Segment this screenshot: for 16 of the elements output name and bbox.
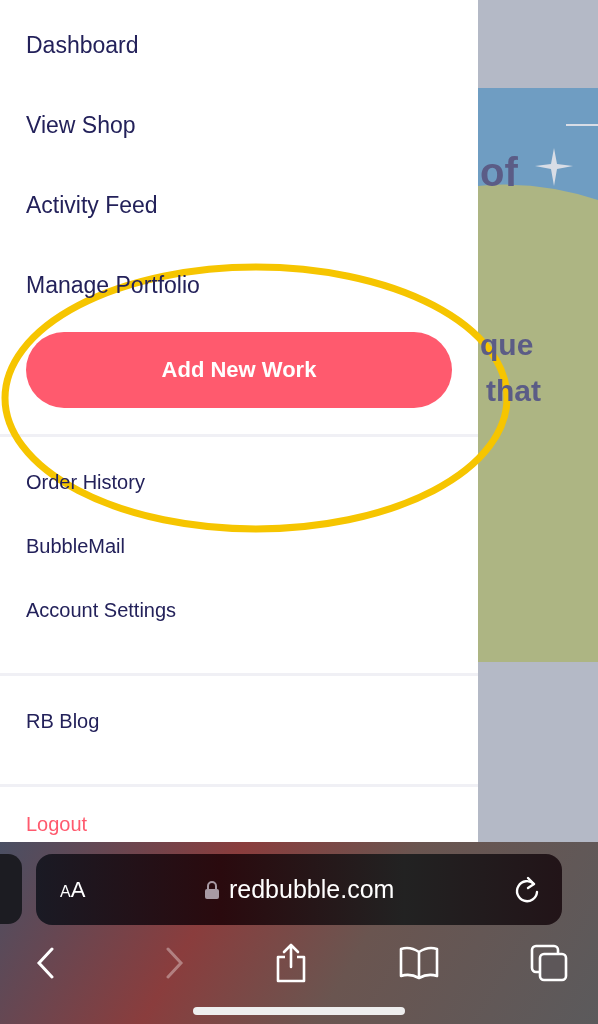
menu-item[interactable]: Dashboard [26,28,139,62]
back-icon[interactable] [36,947,56,979]
menu-item[interactable]: RB Blog [26,706,100,736]
share-icon[interactable] [275,943,308,983]
menu-item[interactable]: Account Settings [26,595,177,625]
text-size-button[interactable]: AA [60,876,86,903]
lock-icon [205,880,219,899]
book-icon[interactable] [398,946,439,980]
reload-icon[interactable] [514,875,540,904]
url-text: redbubble.com [229,875,395,904]
menu-item[interactable]: BubbleMail [26,531,125,561]
tabs-icon[interactable] [530,944,568,982]
address-bar[interactable]: AA redbubble.com [36,854,562,925]
menu-item[interactable]: Activity Feed [26,188,158,222]
heading-text: of [480,150,518,195]
menu-item[interactable]: View Shop [26,108,136,142]
